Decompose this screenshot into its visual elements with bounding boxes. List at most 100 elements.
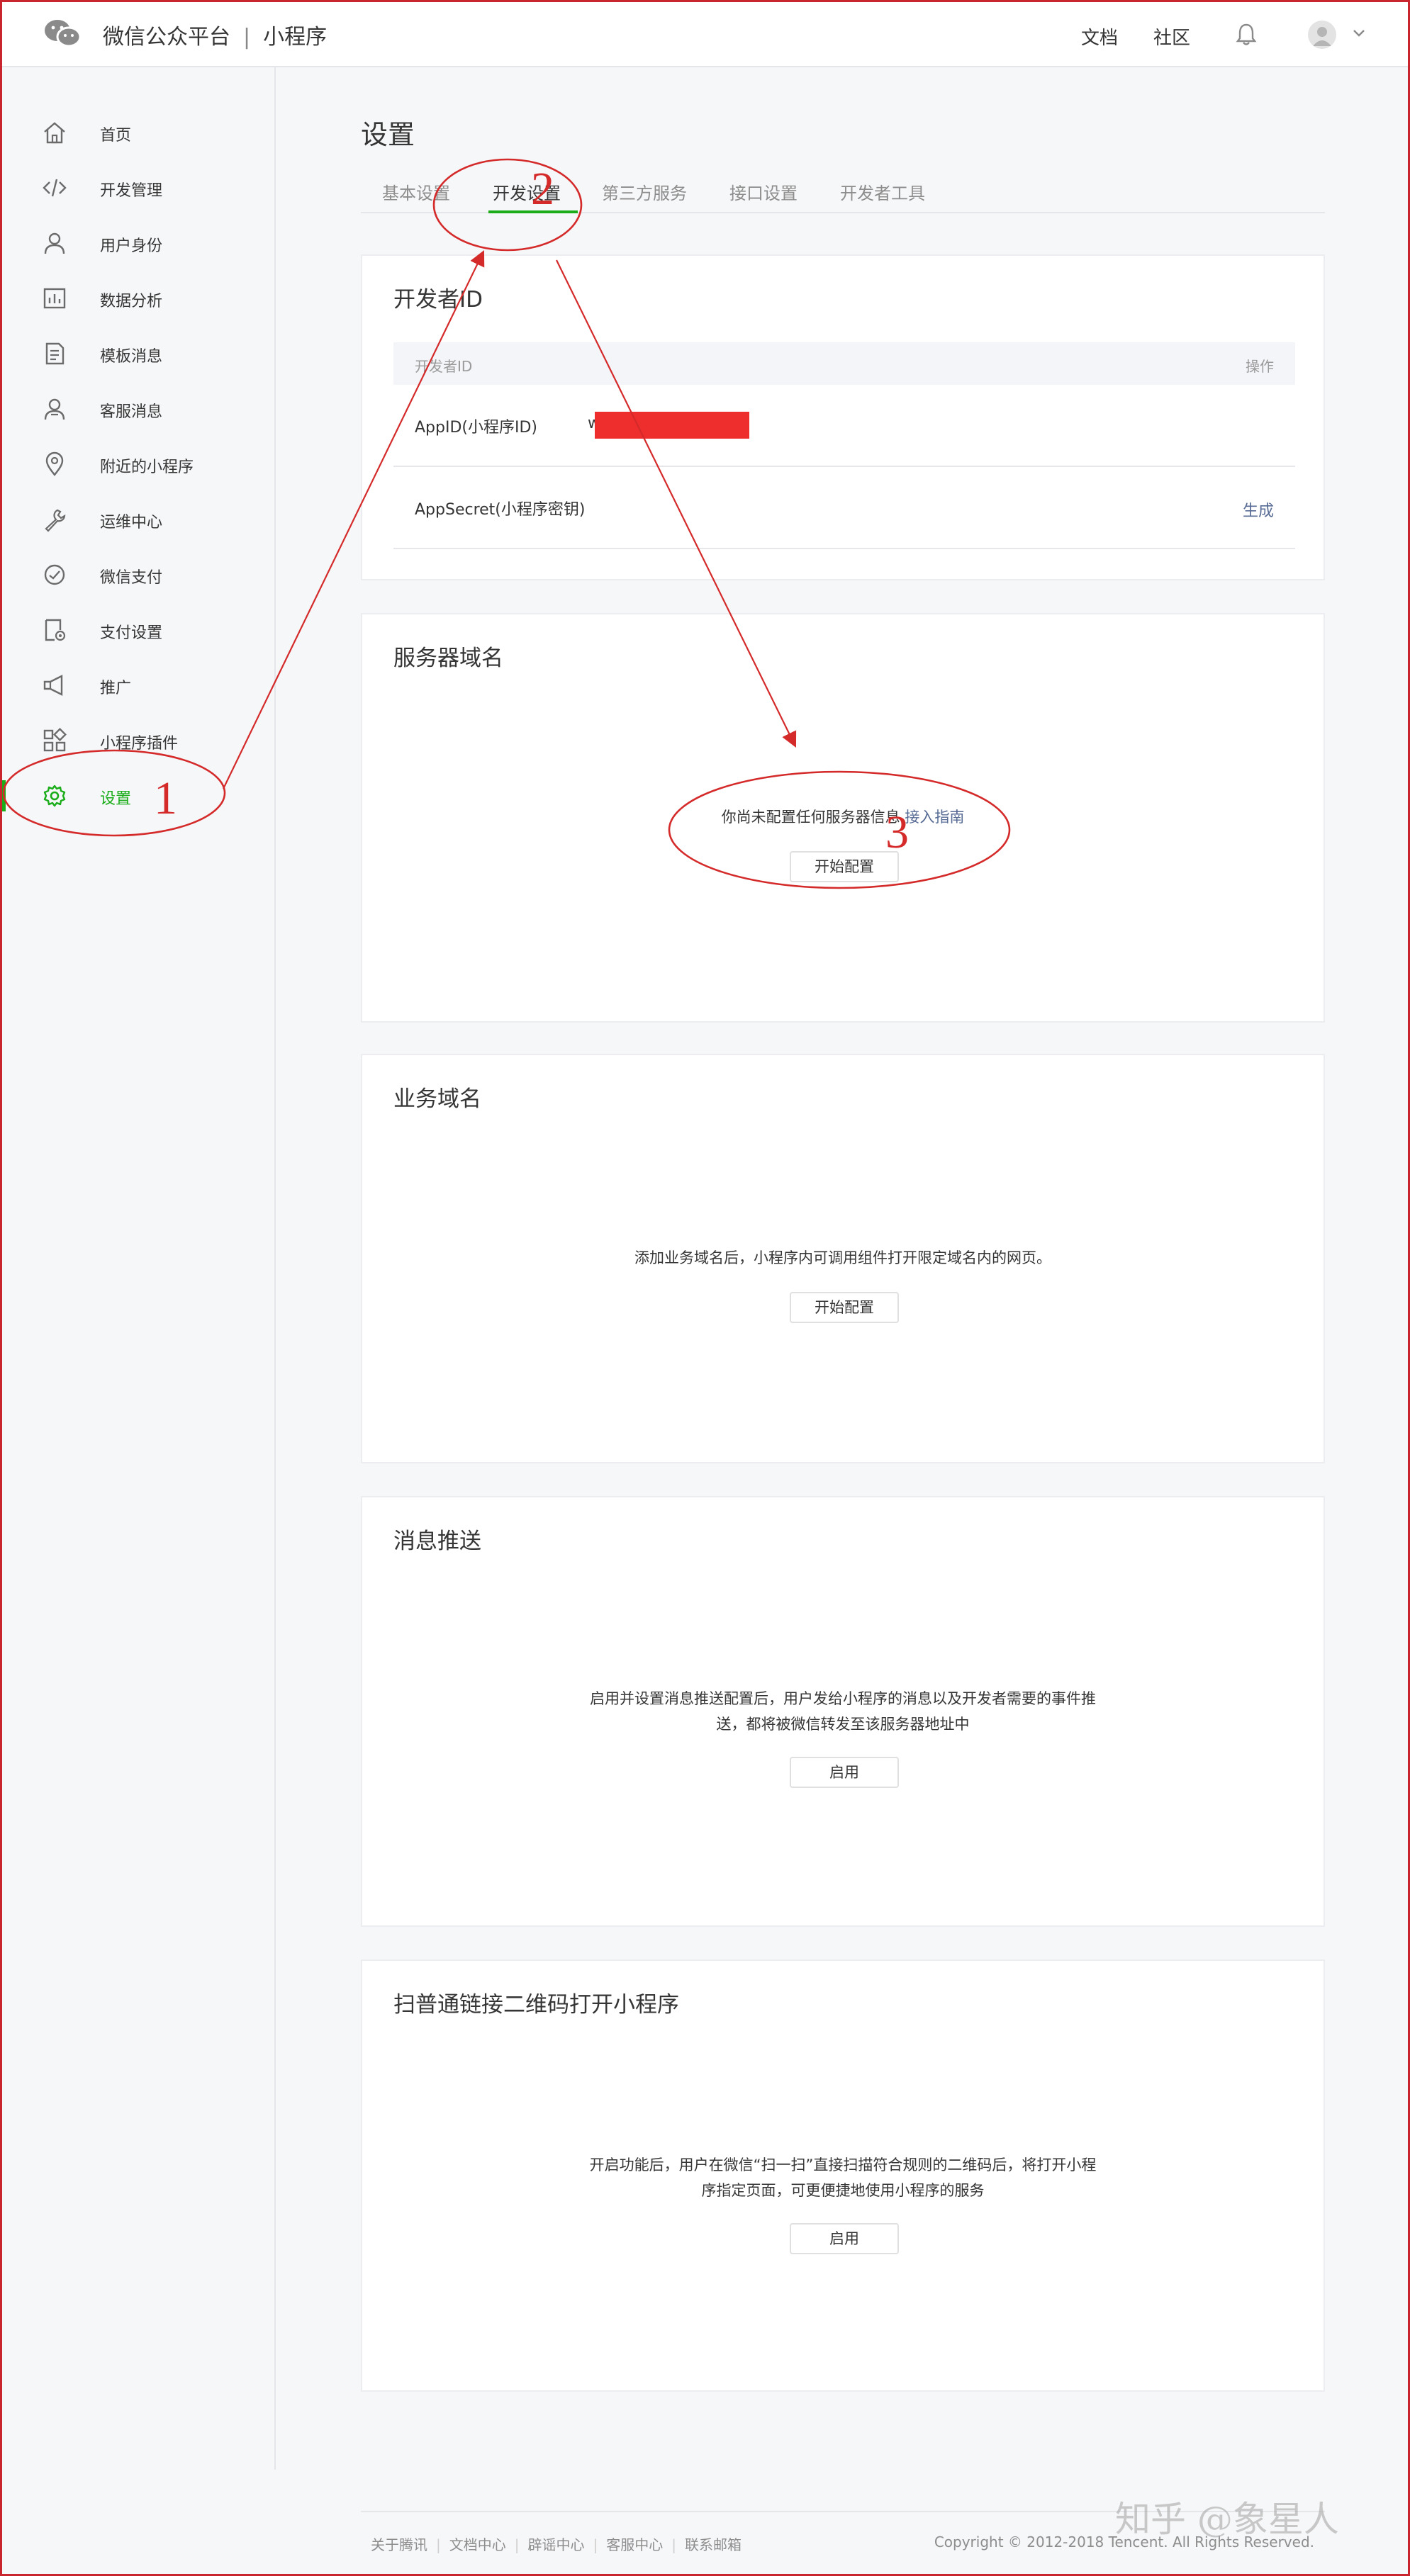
footer-link-docs[interactable]: 文档中心: [449, 2533, 506, 2554]
business-domain-text: 添加业务域名后，小程序内可调用组件打开限定域名内的网页。: [634, 1249, 1051, 1266]
active-indicator: [2, 780, 6, 811]
document-icon: [45, 342, 65, 365]
sidebar-item-ops-center[interactable]: 运维中心: [2, 495, 274, 542]
sidebar-item-plugins[interactable]: 小程序插件: [2, 716, 274, 763]
table-header: 开发者ID 操作: [393, 342, 1295, 385]
footer-divider-mark: |: [514, 2536, 520, 2553]
business-domain-card: 业务域名 添加业务域名后，小程序内可调用组件打开限定域名内的网页。 开始配置: [361, 1054, 1325, 1463]
annotation-number-2: 2: [531, 163, 554, 215]
sidebar-item-nearby[interactable]: 附近的小程序: [2, 440, 274, 487]
sidebar-item-pay-settings[interactable]: 支付设置: [2, 606, 274, 653]
product-name: 小程序: [263, 25, 328, 50]
home-icon: [44, 122, 65, 144]
message-push-card: 消息推送 启用并设置消息推送配置后，用户发给小程序的消息以及开发者需要的事件推 …: [361, 1496, 1325, 1927]
footer-link-email[interactable]: 联系邮箱: [685, 2533, 742, 2554]
message-push-text-line2: 送，都将被微信转发至该服务器地址中: [716, 1716, 970, 1733]
footer-link-about[interactable]: 关于腾讯: [371, 2533, 427, 2554]
annotation-number-1: 1: [154, 772, 177, 824]
sidebar-item-customer-message[interactable]: 客服消息: [2, 385, 274, 432]
server-empty-text: 你尚未配置任何服务器信息: [721, 809, 900, 826]
sidebar-item-template-message[interactable]: 模板消息: [2, 330, 274, 376]
community-link[interactable]: 社区: [1153, 23, 1190, 50]
footer-link-rumor[interactable]: 辟谣中心: [528, 2533, 585, 2554]
footer-link-service[interactable]: 客服中心: [606, 2533, 663, 2554]
sidebar-item-promotion[interactable]: 推广: [2, 661, 274, 708]
brand-title[interactable]: 微信公众平台 | 小程序: [103, 19, 327, 50]
footer-links: 关于腾讯 | 文档中心 | 辟谣中心 | 客服中心 | 联系邮箱: [371, 2533, 742, 2554]
bell-icon[interactable]: [1236, 22, 1257, 46]
sidebar-item-wechat-pay[interactable]: 微信支付: [2, 551, 274, 597]
redaction-mark: [595, 412, 749, 439]
sidebar-item-label: 模板消息: [100, 348, 163, 366]
sidebar-item-dev-management[interactable]: 开发管理: [2, 164, 274, 210]
qrcode-enable-button[interactable]: 启用: [790, 2223, 899, 2254]
appid-label: AppID(小程序ID): [415, 419, 538, 437]
server-start-config-button[interactable]: 开始配置: [790, 851, 899, 882]
table-row-appid: AppID(小程序ID) w: [393, 385, 1295, 467]
business-start-config-button[interactable]: 开始配置: [790, 1292, 899, 1323]
footer-divider-mark: |: [671, 2536, 676, 2553]
sidebar-item-label: 用户身份: [100, 237, 163, 255]
column-header-id: 开发者ID: [415, 358, 473, 375]
brand-separator: |: [243, 25, 251, 50]
footer-divider-mark: |: [436, 2536, 441, 2553]
server-domain-card: 服务器域名 你尚未配置任何服务器信息 接入指南 开始配置: [361, 613, 1325, 1023]
chart-icon: [43, 288, 66, 309]
tab-dev-tools[interactable]: 开发者工具: [840, 179, 925, 204]
chevron-down-icon[interactable]: [1352, 28, 1366, 39]
qrcode-card: 扫普通链接二维码打开小程序 开启功能后，用户在微信“扫一扫”直接扫描符合规则的二…: [361, 1959, 1325, 2392]
sidebar-item-label: 运维中心: [100, 514, 163, 531]
settings-tabs: 基本设置 开发设置 第三方服务 接口设置 开发者工具: [361, 167, 1325, 213]
sidebar-item-label: 数据分析: [100, 293, 163, 310]
tab-basic-settings[interactable]: 基本设置: [382, 179, 450, 204]
sidebar-item-label: 支付设置: [100, 624, 163, 642]
brand-name: 微信公众平台: [103, 25, 230, 50]
sidebar-item-label: 客服消息: [100, 403, 163, 421]
card-title: 开发者ID: [393, 287, 483, 313]
empty-message: 你尚未配置任何服务器信息 接入指南: [362, 804, 1324, 830]
page-title: 设置: [361, 119, 415, 150]
access-guide-link[interactable]: 接入指南: [905, 809, 964, 826]
card-title: 消息推送: [393, 1529, 481, 1554]
message-push-enable-button[interactable]: 启用: [790, 1757, 899, 1788]
wechat-logo-icon[interactable]: [43, 18, 82, 49]
pay-settings-icon: [45, 619, 66, 641]
sidebar-item-label: 附近的小程序: [100, 459, 194, 476]
appsecret-label: AppSecret(小程序密钥): [415, 501, 586, 519]
megaphone-icon: [43, 675, 63, 696]
code-icon: [43, 179, 67, 197]
avatar[interactable]: [1308, 21, 1336, 49]
qrcode-text-line1: 开启功能后，用户在微信“扫一扫”直接扫描符合规则的二维码后，将打开小程: [589, 2156, 1097, 2173]
watermark: 知乎 @象星人: [1115, 2499, 1339, 2540]
sidebar-item-user-identity[interactable]: 用户身份: [2, 219, 274, 266]
tab-third-party[interactable]: 第三方服务: [602, 179, 687, 204]
customer-service-icon: [44, 398, 65, 420]
sidebar: 首页 开发管理 用户身份 数据分析 模板消息 客服消息 附近的小程序 运维中心 …: [2, 67, 276, 2470]
tab-api-settings[interactable]: 接口设置: [729, 179, 798, 204]
top-bar: 微信公众平台 | 小程序 文档 社区: [2, 2, 1408, 67]
sidebar-item-settings[interactable]: 设置: [2, 772, 274, 819]
annotation-number-3: 3: [885, 806, 909, 858]
sidebar-item-label: 设置: [100, 790, 132, 808]
sidebar-item-data-analysis[interactable]: 数据分析: [2, 274, 274, 321]
qrcode-text-line2: 序指定页面，可更便捷地使用小程序的服务: [701, 2182, 985, 2199]
gear-icon: [43, 784, 66, 807]
pay-icon: [44, 564, 65, 585]
docs-link[interactable]: 文档: [1081, 23, 1118, 50]
generate-link[interactable]: 生成: [1243, 498, 1274, 521]
developer-id-card: 开发者ID 开发者ID 操作 AppID(小程序ID) w AppSecret(…: [361, 254, 1325, 580]
plugin-icon: [43, 728, 67, 752]
user-icon: [44, 232, 65, 254]
sidebar-item-home[interactable]: 首页: [2, 108, 274, 155]
footer-divider-mark: |: [593, 2536, 598, 2553]
wrench-icon: [45, 509, 66, 532]
avatar-icon: [1313, 27, 1331, 46]
card-title: 业务域名: [393, 1086, 481, 1112]
location-icon: [45, 451, 64, 476]
sidebar-item-label: 推广: [100, 680, 132, 697]
sidebar-item-label: 开发管理: [100, 182, 163, 200]
message-push-text-line1: 启用并设置消息推送配置后，用户发给小程序的消息以及开发者需要的事件推: [590, 1690, 1096, 1707]
column-header-action: 操作: [1246, 358, 1274, 375]
developer-id-table: 开发者ID 操作 AppID(小程序ID) w AppSecret(小程序密钥)…: [393, 342, 1295, 549]
sidebar-item-label: 首页: [100, 127, 132, 145]
